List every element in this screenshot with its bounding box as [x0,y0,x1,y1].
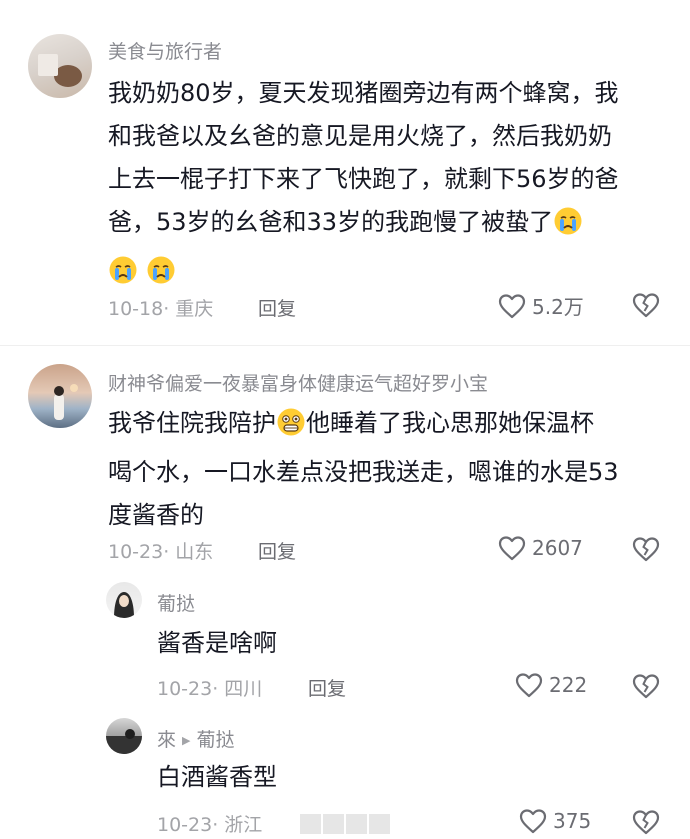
avatar[interactable] [106,718,142,754]
heart-outline-icon [498,293,526,318]
crying-face-icon [553,206,583,250]
comment-text-line: 我爷住院我陪护 他睡着了我心思那她保温杯 [108,402,668,451]
avatar-image [114,592,134,618]
reply-text: 酱香是啥啊 [157,629,277,657]
comment-date-location: 10-23· 山东 [108,541,214,563]
triangle-right-icon: ▶ [182,734,191,747]
like-count: 5.2万 [532,295,584,319]
like-count: 2607 [532,536,583,560]
reply-button[interactable]: 回复 [258,537,296,564]
divider [0,345,690,346]
avatar-image [38,54,82,87]
dislike-button[interactable] [632,292,660,322]
crying-face-icon [108,255,138,299]
comment-username[interactable]: 财神爷偏爱一夜暴富身体健康运气超好罗小宝 [108,369,488,396]
comment-text-line: 喝个水，一口水差点没把我送走，嗯谁的水是53 [108,458,619,486]
comment-text-line [108,250,668,299]
heart-outline-icon [519,809,547,834]
comment-text-line: 和我爸以及幺爸的意见是用火烧了，然后我奶奶 [108,122,612,150]
reply-date-location: 10-23· 浙江 [157,814,263,836]
avatar-image [106,729,142,754]
comment-text-line: 我奶奶80岁，夏天发现猪圈旁边有两个蜂窝，我 [108,79,619,107]
grimacing-face-icon [276,407,306,451]
like-button[interactable]: 222 [515,672,587,698]
comment-text: 我奶奶80岁，夏天发现猪圈旁边有两个蜂窝，我 和我爸以及幺爸的意见是用火烧了，然… [108,72,668,299]
heart-outline-icon [498,536,526,561]
reply-username: 來 ▶ 葡挞 [157,725,235,752]
comment-text-line: 上去一棍子打下来了飞快跑了，就剩下56岁的爸 [108,165,619,193]
dislike-button[interactable] [632,536,660,566]
comment-text: 我爷住院我陪护 他睡着了我心思那她保温杯 喝个水，一口水差点没把我送走，嗯谁的水… [108,402,668,537]
like-count: 375 [553,809,592,833]
avatar[interactable] [28,34,92,98]
avatar-image [54,384,78,420]
dislike-button[interactable] [632,809,660,839]
like-button[interactable]: 5.2万 [498,291,584,320]
reply-button[interactable]: 回复 [258,294,296,321]
reply-to-username[interactable]: 葡挞 [196,729,234,751]
comment-text-segment: 他睡着了我心思那她保温杯 [306,409,594,437]
broken-heart-icon [632,537,660,562]
dislike-button[interactable] [632,673,660,703]
comment-date-location: 10-18· 重庆 [108,298,214,320]
avatar[interactable] [28,364,92,428]
avatar[interactable] [106,582,142,618]
reply-username[interactable]: 葡挞 [157,589,195,616]
reply-date-location: 10-23· 四川 [157,678,263,700]
blurred-watermark [300,814,390,834]
comment-text-line: 度酱香的 [108,501,204,529]
heart-outline-icon [515,673,543,698]
like-button[interactable]: 2607 [498,535,583,561]
like-button[interactable]: 375 [519,808,591,834]
reply-button[interactable]: 回复 [308,674,346,701]
crying-face-icon [146,255,176,299]
broken-heart-icon [632,674,660,699]
comment-username[interactable]: 美食与旅行者 [108,37,222,64]
reply-author[interactable]: 來 [157,729,176,751]
comment-text-segment: 我爷住院我陪护 [108,409,276,437]
comment-text-segment: 爸，53岁的幺爸和33岁的我跑慢了被蛰了 [108,208,554,236]
comment-text-line: 爸，53岁的幺爸和33岁的我跑慢了被蛰了 [108,201,668,250]
broken-heart-icon [632,810,660,835]
like-count: 222 [549,673,588,697]
reply-text: 白酒酱香型 [157,763,277,791]
broken-heart-icon [632,293,660,318]
